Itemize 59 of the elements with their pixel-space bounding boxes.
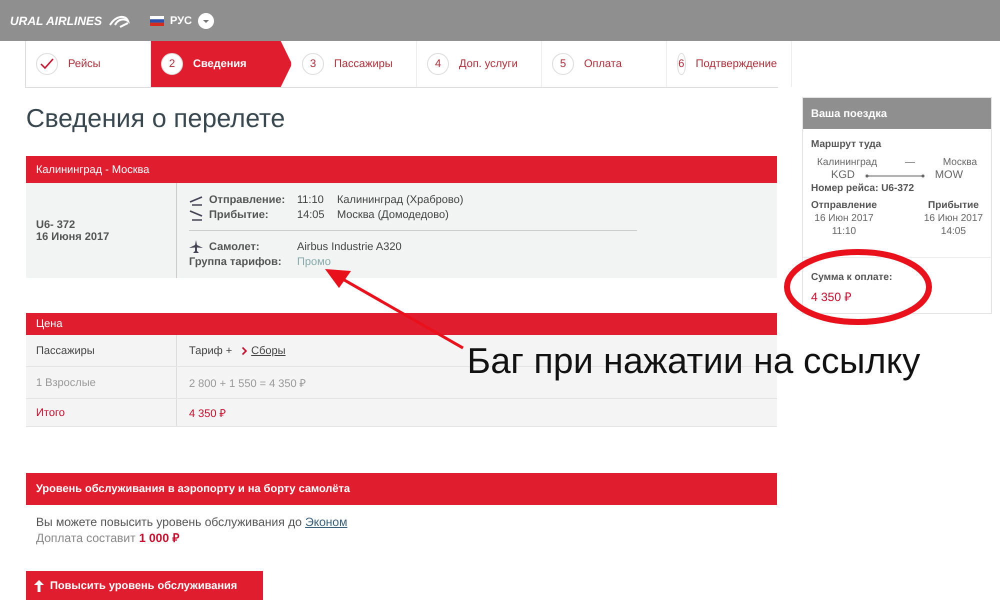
- annotation-text: Баг при нажатии на ссылку: [467, 340, 920, 382]
- airport-code: MOW: [934, 169, 963, 182]
- total-label: Итого: [26, 399, 177, 426]
- airplane-icon: [189, 240, 203, 254]
- flight-date: 16 Июня 2017: [36, 230, 110, 242]
- language-selector[interactable]: РУС: [170, 14, 192, 26]
- column-header: Тариф +: [189, 344, 232, 356]
- leg-airport: Калининград (Храброво): [337, 194, 464, 206]
- airport-code: KGD: [831, 169, 855, 182]
- economy-link[interactable]: Эконом: [305, 515, 348, 529]
- upgrade-button[interactable]: Повысить уровень обслуживания: [26, 571, 263, 600]
- section-header: Цена: [26, 313, 777, 335]
- step-tab[interactable]: 6 Подтверждение: [667, 41, 792, 87]
- departure-time: 11:10: [832, 225, 856, 238]
- landing-icon: [189, 208, 203, 220]
- departure-date: 16 Июн 2017: [814, 212, 874, 225]
- leg-time: 14:05: [297, 208, 326, 220]
- total-value: 4 350 ₽: [188, 407, 226, 420]
- up-arrow-icon: [34, 580, 44, 592]
- departure-label: Отправление: [811, 199, 877, 212]
- arrival-time: 14:05: [940, 225, 966, 238]
- chevron-icon: [242, 346, 248, 354]
- arrival-date: 16 Июн 2017: [924, 212, 983, 225]
- fare-group-label: Группа тарифов:: [189, 256, 283, 268]
- table-cell: 1 Взрослые: [26, 367, 177, 398]
- leg-label: Отправление:: [209, 194, 286, 206]
- fees-link[interactable]: Сборы: [251, 344, 286, 356]
- route-line: [864, 172, 926, 178]
- leg-label: Прибытие:: [209, 208, 270, 220]
- city: Калининград: [817, 156, 878, 169]
- page-title: Сведения о перелете: [26, 103, 286, 134]
- city: Москва: [942, 156, 977, 169]
- section-header: Калининград - Москва: [26, 156, 777, 183]
- flag-icon: [150, 16, 164, 26]
- column-header: Пассажиры: [26, 335, 177, 366]
- leg-time: 11:10: [297, 194, 325, 206]
- flight-number: U6- 372: [36, 218, 76, 230]
- aircraft-label: Самолет:: [209, 240, 260, 252]
- arrival-label: Прибытие: [928, 199, 979, 212]
- takeoff-icon: [189, 194, 203, 206]
- service-text: Вы можете повысить уровень обслуживания до Эконом: [36, 515, 348, 529]
- checkmark-icon: [40, 58, 54, 70]
- dropdown-icon[interactable]: [198, 12, 214, 28]
- surcharge-text: Доплата составит 1 000 ₽: [36, 530, 180, 546]
- step-tab[interactable]: 3 Пассажиры: [292, 41, 417, 87]
- step-tab[interactable]: 2 Сведения: [151, 41, 292, 87]
- sum-value: 4 350 ₽: [811, 289, 852, 305]
- flight-number: Номер рейса: U6-372: [811, 182, 916, 195]
- sidebar-header: Ваша поездка: [803, 98, 991, 129]
- section-header: Уровень обслуживания в аэропорту и на борту самолёта: [26, 473, 777, 505]
- aircraft-value: Airbus Industrie A320: [297, 240, 402, 252]
- step-tab[interactable]: 4 Доп. услуги: [417, 41, 542, 87]
- leg-airport: Москва (Домодедово): [337, 208, 449, 220]
- step-tab[interactable]: 5 Оплата: [542, 41, 667, 87]
- logo: URAL AIRLINES: [10, 14, 102, 28]
- dash: —: [904, 156, 915, 169]
- sum-label: Сумма к оплате:: [811, 272, 894, 283]
- table-cell-text: 2 800 + 1 550 = 4 350 ₽: [188, 377, 306, 390]
- route-label: Маршрут туда: [811, 138, 882, 151]
